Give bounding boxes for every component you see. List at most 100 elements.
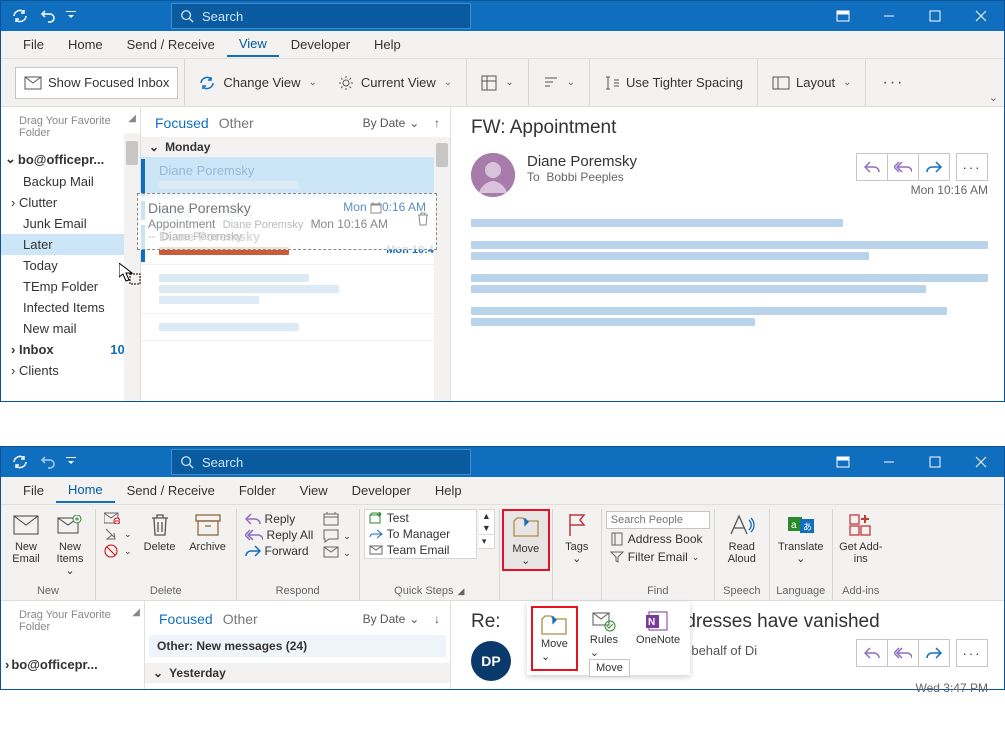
search-box[interactable] xyxy=(171,449,471,475)
qs-scroll-down[interactable]: ▼ xyxy=(479,522,494,534)
date-group-header[interactable]: ⌄ Yesterday xyxy=(145,663,450,683)
reply-button[interactable] xyxy=(856,639,888,667)
scrollbar-thumb[interactable] xyxy=(126,141,138,165)
more-respond-button[interactable]: ⌄ xyxy=(319,545,355,561)
message-item-selected[interactable]: Diane Poremsky xyxy=(141,157,450,199)
layout-button[interactable]: Layout ⌄ xyxy=(764,67,859,99)
menu-help[interactable]: Help xyxy=(423,479,474,502)
account-node[interactable]: ⌄ bo@officepr... xyxy=(1,147,140,171)
menu-file[interactable]: File xyxy=(11,33,56,56)
forward-button[interactable] xyxy=(918,639,950,667)
other-new-messages[interactable]: Other: New messages (24) xyxy=(149,635,446,657)
account-node[interactable]: › bo@officepr... xyxy=(1,653,144,676)
maximize-button[interactable] xyxy=(912,447,958,477)
menu-view[interactable]: View xyxy=(227,32,279,57)
reply-all-button[interactable]: Reply All xyxy=(241,527,318,543)
message-item[interactable] xyxy=(141,314,450,341)
sync-icon[interactable] xyxy=(7,4,33,28)
new-email-button[interactable]: New Email xyxy=(5,509,47,567)
arrange-by-button[interactable]: ⌄ xyxy=(535,67,583,99)
reply-all-button[interactable] xyxy=(887,153,919,181)
tags-button[interactable]: Tags⌄ xyxy=(557,509,597,567)
menu-file[interactable]: File xyxy=(11,479,56,502)
message-item[interactable]: Diane Poremsky xyxy=(141,199,450,223)
menu-help[interactable]: Help xyxy=(362,33,413,56)
minimize-button[interactable] xyxy=(866,447,912,477)
close-button[interactable] xyxy=(958,447,1004,477)
menu-home[interactable]: Home xyxy=(56,33,115,56)
tab-other[interactable]: Other xyxy=(223,611,258,627)
search-people-input[interactable] xyxy=(606,511,710,529)
folder-new-mail[interactable]: New mail xyxy=(1,318,140,339)
dialog-launcher-icon[interactable]: ◢ xyxy=(128,113,136,124)
search-input[interactable] xyxy=(202,455,462,470)
read-aloud-button[interactable]: Read Aloud xyxy=(719,509,765,567)
move-button[interactable]: Move⌄ xyxy=(502,509,550,571)
undo-icon[interactable] xyxy=(35,4,61,28)
list-scrollbar[interactable] xyxy=(434,137,450,401)
cleanup-button[interactable]: ⌄ xyxy=(100,526,136,542)
qs-scroll-up[interactable]: ▲ xyxy=(479,510,494,522)
date-group-header[interactable]: ⌄ Monday xyxy=(141,137,450,157)
scrollbar-thumb[interactable] xyxy=(436,143,448,167)
sort-ascending-icon[interactable]: ↑ xyxy=(434,116,440,130)
reply-button[interactable]: Reply xyxy=(241,511,318,527)
get-addins-button[interactable]: Get Add-ins xyxy=(837,509,885,567)
search-box[interactable] xyxy=(171,3,471,29)
qat-customize-icon[interactable] xyxy=(63,4,79,28)
new-items-button[interactable]: New Items ⌄ xyxy=(49,509,91,579)
show-focused-inbox-button[interactable]: Show Focused Inbox xyxy=(15,67,178,99)
message-item[interactable] xyxy=(141,265,450,314)
more-actions-button[interactable]: ··· xyxy=(956,639,988,667)
tab-focused[interactable]: Focused xyxy=(159,611,213,627)
qs-to-manager[interactable]: To Manager xyxy=(365,526,476,542)
minimize-button[interactable] xyxy=(866,1,912,31)
menu-view[interactable]: View xyxy=(288,479,340,502)
change-view-button[interactable]: Change View ⌄ xyxy=(191,67,324,99)
delete-button[interactable]: Delete xyxy=(138,509,182,555)
maximize-button[interactable] xyxy=(912,1,958,31)
dialog-launcher-icon[interactable]: ◢ xyxy=(457,586,464,597)
tab-focused[interactable]: Focused xyxy=(155,115,209,131)
undo-icon[interactable] xyxy=(35,450,61,474)
popup-move[interactable]: Move⌄ xyxy=(535,610,574,667)
folder-clutter[interactable]: › Clutter xyxy=(1,192,140,213)
menu-send-receive[interactable]: Send / Receive xyxy=(115,33,227,56)
folder-later[interactable]: Later xyxy=(1,234,140,255)
collapse-ribbon-icon[interactable]: ⌄ xyxy=(989,91,998,104)
qs-team-email[interactable]: Team Email xyxy=(365,542,476,558)
reply-button[interactable] xyxy=(856,153,888,181)
sort-by-date[interactable]: By Date xyxy=(363,116,406,130)
forward-button[interactable]: Forward xyxy=(241,543,318,559)
qs-test[interactable]: Test xyxy=(365,510,476,526)
sync-icon[interactable] xyxy=(7,450,33,474)
folder-infected[interactable]: Infected Items xyxy=(1,297,140,318)
qat-customize-icon[interactable] xyxy=(63,450,79,474)
tighter-spacing-button[interactable]: Use Tighter Spacing xyxy=(596,67,751,99)
filter-email-button[interactable]: Filter Email ⌄ xyxy=(606,549,710,565)
folder-inbox[interactable]: › Inbox102 xyxy=(1,339,140,360)
message-item[interactable]: Diane Poremsky Mon 10:44 xyxy=(141,223,450,265)
ribbon-overflow-button[interactable]: ··· xyxy=(872,70,914,96)
reply-all-button[interactable] xyxy=(887,639,919,667)
folder-backup-mail[interactable]: Backup Mail xyxy=(1,171,140,192)
more-actions-button[interactable]: ··· xyxy=(956,153,988,181)
menu-folder[interactable]: Folder xyxy=(227,479,288,502)
tab-other[interactable]: Other xyxy=(219,115,254,131)
sort-by-date[interactable]: By Date xyxy=(363,612,406,626)
junk-button[interactable]: ⌄ xyxy=(100,543,136,559)
ribbon-display-options-icon[interactable] xyxy=(820,447,866,477)
menu-developer[interactable]: Developer xyxy=(340,479,423,502)
menu-home[interactable]: Home xyxy=(56,478,115,503)
translate-button[interactable]: aあ Translate⌄ xyxy=(774,509,828,567)
close-button[interactable] xyxy=(958,1,1004,31)
archive-button[interactable]: Archive xyxy=(184,509,232,555)
folder-clients[interactable]: › Clients xyxy=(1,360,140,381)
current-view-button[interactable]: Current View ⌄ xyxy=(329,67,460,99)
qs-expand[interactable]: ▾ xyxy=(479,534,494,548)
ignore-button[interactable] xyxy=(100,511,136,525)
menu-send-receive[interactable]: Send / Receive xyxy=(115,479,227,502)
popup-onenote[interactable]: N OneNote xyxy=(630,606,686,671)
address-book-button[interactable]: Address Book xyxy=(606,531,710,547)
message-preview-button[interactable]: ⌄ xyxy=(473,67,521,99)
